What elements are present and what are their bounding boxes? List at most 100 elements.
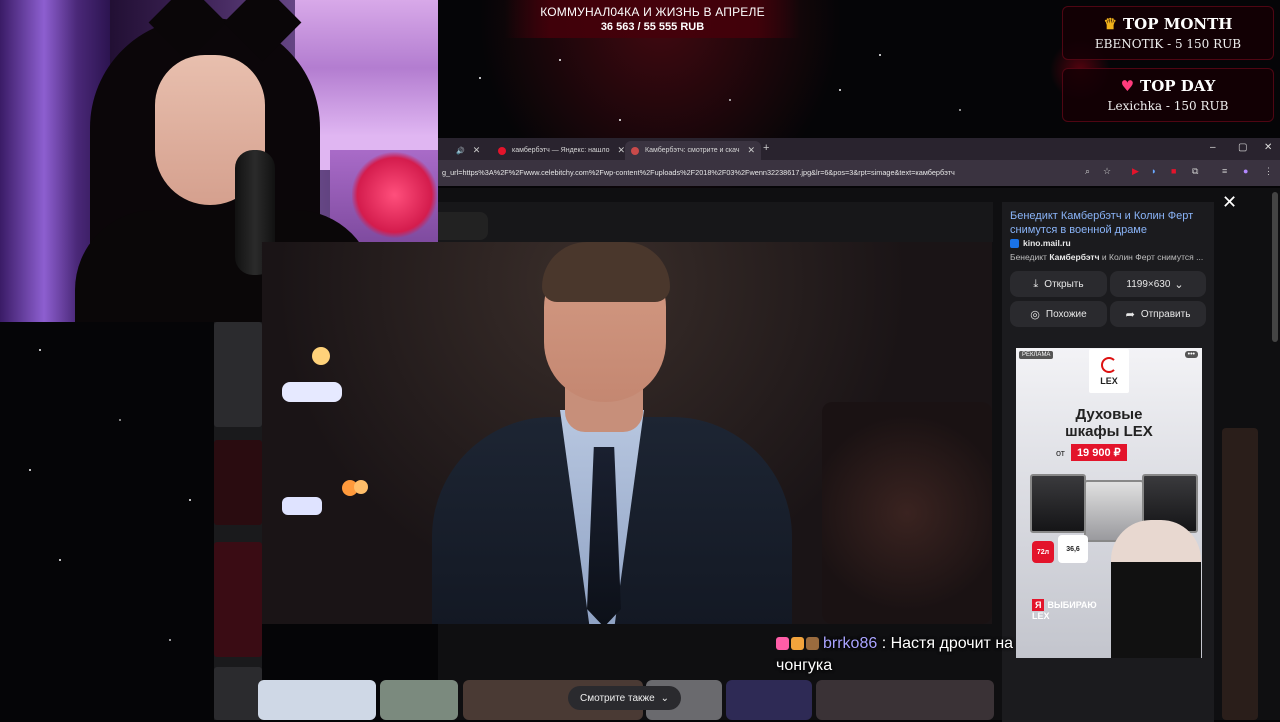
image-description: Бенедикт Камбербэтч и Колин Ферт снимутс… — [1010, 252, 1210, 262]
tab-yandex[interactable]: камбербэтч — Яндекс: нашло ✕ — [492, 141, 628, 160]
scrollbar[interactable] — [1272, 192, 1278, 342]
lens-icon: ◎ — [1030, 308, 1040, 321]
ad-price: от 19 900 ₽ — [1056, 444, 1127, 461]
share-button[interactable]: ➦ Отправить — [1110, 301, 1206, 327]
reading-list-icon[interactable]: ≡ — [1222, 166, 1227, 176]
zoom-icon[interactable]: ⌕ — [1085, 166, 1090, 177]
audio-icon[interactable]: 🔊 ✕ — [456, 141, 492, 160]
puzzle-icon[interactable]: ⧉ — [1192, 166, 1198, 177]
thumbnail[interactable] — [258, 680, 376, 720]
download-icon: ⤓ — [1033, 277, 1039, 290]
close-window-button[interactable]: ✕ — [1264, 142, 1272, 153]
result-tile — [214, 322, 262, 427]
viewer-toolbar-pill[interactable] — [438, 212, 488, 240]
crowd-background — [822, 402, 992, 624]
viewer-toolbar — [438, 202, 993, 242]
address-bar[interactable]: g_url=https%3A%2F%2Fwww.celebitchy.com%2… — [438, 160, 1280, 186]
see-also-label: Смотрите также — [580, 692, 655, 704]
main-image[interactable] — [262, 242, 992, 624]
chat-separator: : — [877, 635, 891, 652]
tab-label: Камбербэтч: смотрите и скач — [645, 147, 740, 154]
bokeh-light — [282, 382, 342, 402]
ad-slogan-y: Я — [1032, 599, 1045, 611]
ad-headline: Духовые шкафы LEX — [1016, 406, 1202, 440]
result-tile — [214, 440, 262, 525]
tab-label: камбербэтч — Яндекс: нашло — [512, 147, 610, 154]
left-results-strip — [214, 322, 262, 720]
minimize-button[interactable]: – — [1210, 142, 1216, 153]
size-dropdown[interactable]: 1199×630 ⌄ — [1110, 271, 1206, 297]
ad-headline-1: Духовые — [1075, 406, 1143, 423]
chat-badges — [776, 637, 819, 651]
image-title-link[interactable]: Бенедикт Камбербэтч и Колин Ферт снимутс… — [1010, 209, 1200, 237]
thumbnail[interactable] — [380, 680, 458, 720]
open-label: Открыть — [1044, 278, 1084, 290]
new-tab-button[interactable]: + — [763, 142, 769, 154]
flower-decoration — [352, 150, 437, 240]
yandex-favicon-icon — [498, 146, 506, 155]
desc-pre: Бенедикт — [1010, 252, 1050, 262]
result-tile — [214, 667, 262, 720]
chat-username: brrko86 — [823, 635, 878, 652]
ad-tag: РЕКЛАМА — [1019, 351, 1054, 359]
see-also-button[interactable]: Смотрите также ⌄ — [568, 686, 682, 710]
ad-badge-temp: 36,6 — [1058, 535, 1088, 563]
result-tile — [214, 542, 262, 657]
chevron-down-icon: ⌄ — [1174, 278, 1184, 291]
gift-badge-icon — [791, 637, 804, 651]
source-label: kino.mail.ru — [1023, 238, 1071, 248]
bokeh-light — [354, 480, 368, 494]
open-button[interactable]: ⤓ Открыть — [1010, 271, 1107, 297]
ad-brand: LEX — [1100, 375, 1118, 386]
profile-avatar[interactable]: ● — [1243, 166, 1248, 176]
tab-active[interactable]: Камбербэтч: смотрите и скач ✕ — [625, 141, 761, 160]
desc-post: и Колин Ферт снимутся ... — [1099, 252, 1204, 262]
crown-icon: ♛ — [1103, 15, 1117, 33]
ad-celebrity — [1111, 520, 1201, 658]
thumbnail[interactable] — [726, 680, 812, 720]
close-tab-icon[interactable]: ✕ — [618, 145, 626, 156]
ad-headline-2: шкафы LEX — [1065, 423, 1153, 440]
menu-icon[interactable]: ⋮ — [1264, 166, 1273, 177]
hair — [542, 242, 670, 302]
extension-icon[interactable]: ◗ — [1151, 166, 1156, 176]
ad-slogan: Я ВЫБИРАЮ LEX — [1032, 599, 1097, 622]
thumbnail[interactable] — [816, 680, 994, 720]
advertisement[interactable]: РЕКЛАМА ••• LEX Духовые шкафы LEX от 19 90… — [1016, 348, 1202, 658]
desc-bold: Камбербэтч — [1049, 252, 1100, 262]
source-favicon-icon — [1010, 238, 1019, 248]
similar-label: Похожие — [1045, 308, 1087, 320]
top-month-value: EBENOTIK - 5 150 RUB — [1094, 37, 1242, 51]
top-day-panel: ♥ TOP DAY Lexichka - 150 RUB — [1062, 68, 1274, 122]
share-icon: ➦ — [1125, 308, 1135, 321]
similar-button[interactable]: ◎ Похожие — [1010, 301, 1107, 327]
lex-logo: LEX — [1089, 349, 1129, 393]
site-favicon-icon — [631, 146, 639, 155]
close-viewer-button[interactable]: ✕ — [1222, 192, 1237, 213]
goal-title: КОММУНАЛ04КА И ЖИЗНЬ В АПРЕЛЕ — [540, 5, 765, 19]
lex-logo-icon — [1101, 356, 1117, 373]
ad-price-from: от — [1056, 447, 1065, 458]
close-icon[interactable]: ✕ — [473, 145, 481, 156]
chat-message: brrko86 : Настя дрочит на чонгука — [776, 633, 1066, 677]
source-link[interactable]: kino.mail.ru — [1010, 238, 1071, 248]
goal-progress: 36 563 / 55 555 RUB — [600, 21, 705, 33]
ad-badge-volume: 72л — [1032, 541, 1054, 563]
youtube-extension-icon[interactable]: ▶ — [1132, 166, 1139, 177]
ad-slogan-1: ВЫБИРАЮ — [1047, 600, 1097, 610]
subscriber-badge-icon — [776, 637, 789, 651]
bokeh-light — [282, 497, 322, 515]
record-extension-icon[interactable]: ■ — [1171, 166, 1176, 176]
heart-icon: ♥ — [1120, 77, 1135, 95]
donation-goal: КОММУНАЛ04КА И ЖИЗНЬ В АПРЕЛЕ 36 563 / 5… — [505, 0, 800, 38]
chevron-down-icon: ⌄ — [660, 692, 670, 704]
top-month-title: TOP MONTH — [1123, 15, 1233, 33]
url-text[interactable]: g_url=https%3A%2F%2Fwww.celebitchy.com%2… — [442, 168, 955, 177]
top-day-value: Lexichka - 150 RUB — [1107, 99, 1229, 113]
top-day-title: TOP DAY — [1140, 77, 1216, 95]
bookmark-star-icon[interactable]: ☆ — [1103, 166, 1111, 177]
maximize-button[interactable]: ▢ — [1238, 142, 1247, 153]
ad-price-value: 19 900 ₽ — [1070, 444, 1127, 461]
ad-more-button[interactable]: ••• — [1184, 351, 1198, 358]
close-tab-icon[interactable]: ✕ — [748, 145, 756, 156]
